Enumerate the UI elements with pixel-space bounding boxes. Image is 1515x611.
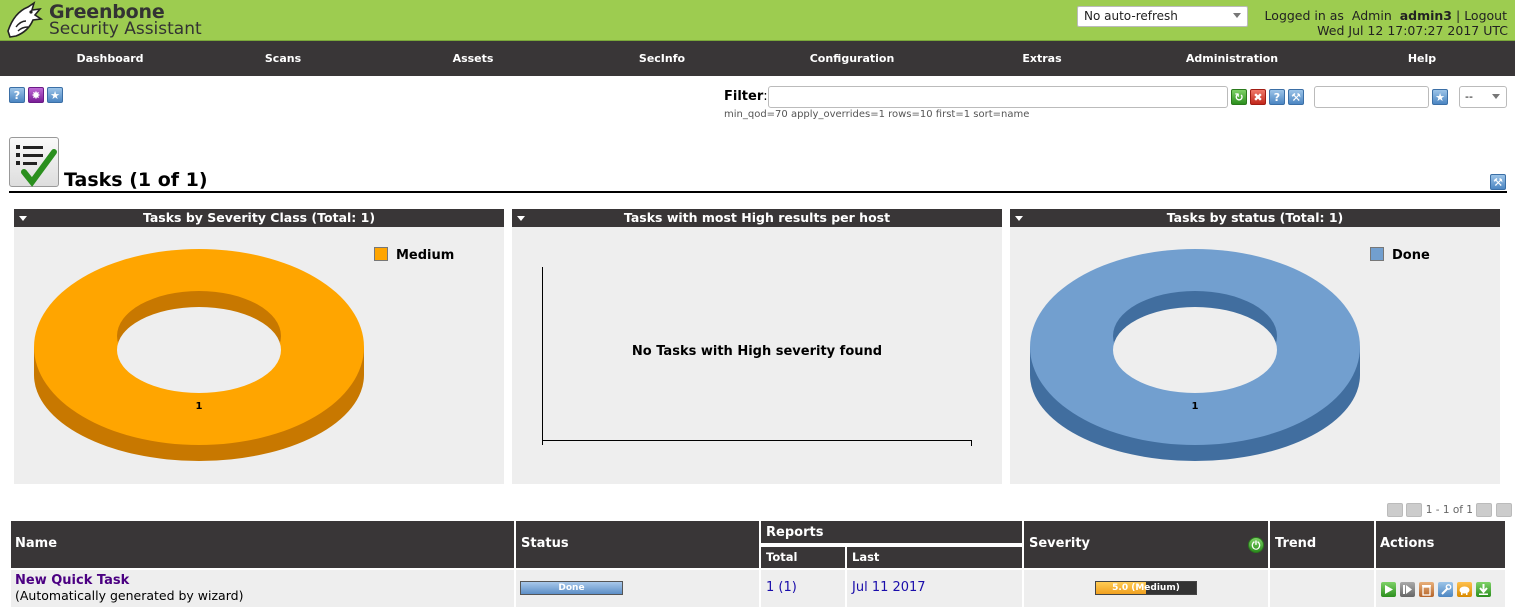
title-divider: [9, 191, 1507, 193]
severity-bar: 5.0 (Medium): [1095, 581, 1197, 595]
brand-subtitle: Security Assistant: [49, 19, 202, 39]
filter-name-input[interactable]: [1314, 86, 1429, 108]
chart-panel-severity: Tasks by Severity Class (Total: 1) Mediu…: [14, 209, 504, 484]
filter-help-icon[interactable]: ?: [1269, 89, 1285, 105]
slice-label: 1: [1192, 401, 1199, 412]
table-row-severity-cell: 5.0 (Medium): [1024, 570, 1268, 607]
nav-scans[interactable]: Scans: [188, 41, 378, 76]
separator: |: [1455, 8, 1461, 23]
chart-title: Tasks by Severity Class (Total: 1): [142, 210, 376, 225]
chart-header: Tasks by Severity Class (Total: 1): [14, 209, 504, 227]
resume-task-icon[interactable]: [1400, 582, 1415, 597]
next-page-icon[interactable]: [1476, 503, 1493, 517]
task-name-link[interactable]: New Quick Task: [15, 573, 129, 588]
help-icon[interactable]: ?: [9, 87, 25, 103]
table-row-last-cell: Jul 11 2017: [847, 570, 1022, 607]
donut-chart: 1: [34, 249, 364, 461]
user-role: Admin: [1351, 8, 1392, 23]
donut-chart: 1: [1030, 249, 1360, 461]
status-bar: Done: [520, 581, 623, 595]
x-axis-tick: [971, 440, 972, 446]
column-header-severity[interactable]: Severity ⏻: [1024, 521, 1268, 568]
wizard-icon[interactable]: ✸: [28, 87, 44, 103]
nav-configuration[interactable]: Configuration: [757, 41, 947, 76]
filter-input[interactable]: [768, 86, 1228, 108]
new-task-icon[interactable]: ★: [47, 87, 63, 103]
clone-sheep-icon[interactable]: [1457, 582, 1472, 597]
tasks-checklist-icon: [9, 137, 59, 187]
donut-hole: [1113, 307, 1277, 393]
severity-power-icon[interactable]: ⏻: [1248, 537, 1264, 553]
export-download-icon[interactable]: [1476, 582, 1491, 597]
page-title: Tasks (1 of 1): [64, 169, 208, 191]
empty-chart-message: No Tasks with High severity found: [631, 344, 883, 359]
collapse-triangle-icon[interactable]: [517, 216, 525, 221]
filter-label: Filter:: [724, 89, 768, 104]
previous-page-icon[interactable]: [1406, 503, 1423, 517]
nav-administration[interactable]: Administration: [1137, 41, 1327, 76]
pagination-text: 1 - 1 of 1: [1425, 504, 1473, 516]
login-info: Logged in as Admin admin3 | Logout: [1265, 8, 1507, 23]
edit-filter-wrench-icon[interactable]: ⚒: [1288, 89, 1304, 105]
column-header-trend[interactable]: Trend: [1270, 521, 1374, 568]
x-axis: [542, 440, 972, 441]
column-header-actions: Actions: [1376, 521, 1505, 568]
donut-hole: [117, 307, 281, 393]
pagination: 1 - 1 of 1: [1387, 503, 1512, 517]
chart-header: Tasks by status (Total: 1): [1010, 209, 1500, 227]
save-filter-star-icon[interactable]: ★: [1432, 89, 1448, 105]
table-row-status-cell: Done: [516, 570, 759, 607]
edit-wrench-icon[interactable]: [1438, 582, 1453, 597]
chevron-down-icon: [1492, 94, 1500, 99]
column-header-status[interactable]: Status: [516, 521, 759, 568]
edit-wrench-icon[interactable]: ⚒: [1490, 174, 1506, 190]
reports-last-link[interactable]: Jul 11 2017: [852, 580, 926, 595]
saved-filter-select[interactable]: --: [1459, 86, 1507, 108]
start-task-play-icon[interactable]: [1381, 582, 1396, 597]
reports-total-link[interactable]: 1 (1): [766, 580, 797, 595]
nav-extras[interactable]: Extras: [947, 41, 1137, 76]
table-row-total-cell: 1 (1): [761, 570, 845, 607]
table-row-trend-cell: [1270, 570, 1374, 607]
chart-title: Tasks by status (Total: 1): [1166, 210, 1344, 225]
main-nav: Dashboard Scans Assets SecInfo Configura…: [0, 41, 1515, 76]
first-page-icon[interactable]: [1387, 503, 1403, 517]
filter-string: min_qod=70 apply_overrides=1 rows=10 fir…: [724, 109, 1030, 120]
chart-panel-high-results: Tasks with most High results per host No…: [512, 209, 1002, 484]
column-header-name[interactable]: Name: [11, 521, 514, 568]
table-row-actions-cell: [1376, 570, 1505, 607]
auto-refresh-value: No auto-refresh: [1084, 9, 1178, 23]
logout-link[interactable]: Logout: [1464, 8, 1507, 23]
table-row-name-cell: New Quick Task (Automatically generated …: [11, 570, 514, 607]
column-header-last[interactable]: Last: [847, 547, 1022, 568]
task-comment: (Automatically generated by wizard): [15, 588, 244, 603]
chevron-down-icon: [1233, 13, 1241, 18]
trashcan-icon[interactable]: [1419, 582, 1434, 597]
nav-dashboard[interactable]: Dashboard: [15, 41, 205, 76]
refresh-filter-icon[interactable]: ↻: [1231, 89, 1247, 105]
logged-in-label: Logged in as: [1264, 8, 1344, 23]
chart-panel-status: Tasks by status (Total: 1) Done 1: [1010, 209, 1500, 484]
nav-help[interactable]: Help: [1327, 41, 1515, 76]
collapse-triangle-icon[interactable]: [19, 216, 27, 221]
header: Greenbone Security Assistant No auto-ref…: [0, 0, 1515, 41]
chart-title: Tasks with most High results per host: [623, 210, 891, 225]
reset-filter-icon[interactable]: ✖: [1250, 89, 1266, 105]
column-header-reports: Reports: [761, 521, 1022, 545]
chart-header: Tasks with most High results per host: [512, 209, 1002, 227]
nav-assets[interactable]: Assets: [378, 41, 568, 76]
auto-refresh-select[interactable]: No auto-refresh: [1077, 6, 1248, 27]
collapse-triangle-icon[interactable]: [1015, 216, 1023, 221]
severity-header-label: Severity: [1029, 536, 1091, 551]
slice-label: 1: [196, 401, 203, 412]
current-datetime: Wed Jul 12 17:07:27 2017 UTC: [1317, 23, 1508, 38]
column-header-total[interactable]: Total: [761, 547, 845, 568]
severity-text: 5.0 (Medium): [1112, 583, 1180, 593]
greenbone-logo-icon: [7, 1, 44, 38]
username[interactable]: admin3: [1400, 8, 1452, 23]
last-page-icon[interactable]: [1495, 503, 1512, 517]
nav-secinfo[interactable]: SecInfo: [567, 41, 757, 76]
